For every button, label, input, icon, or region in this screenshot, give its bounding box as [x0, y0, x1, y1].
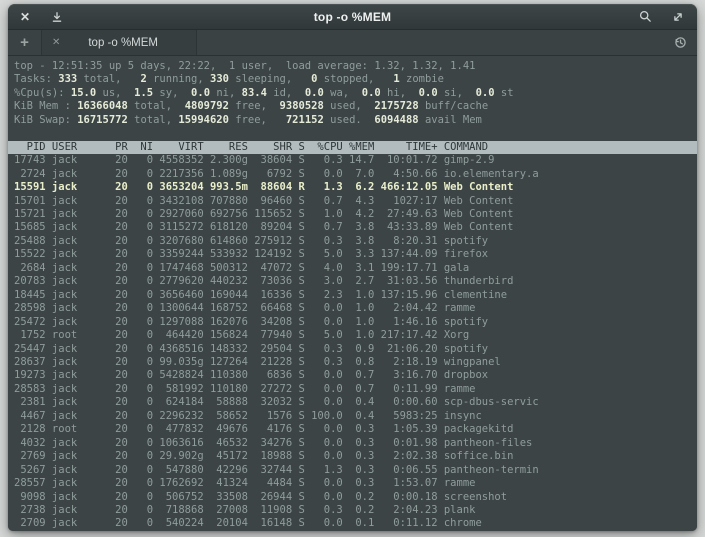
process-row: 15721 jack 20 0 2927060 692756 115652 S …: [14, 208, 697, 221]
tab-label: top -o %MEM: [60, 37, 186, 49]
process-row: 15701 jack 20 0 3432108 707880 96460 S 0…: [14, 195, 697, 208]
process-row: 9098 jack 20 0 506752 33508 26944 S 0.0 …: [14, 491, 697, 504]
tabbar: + ✕ top -o %MEM: [8, 30, 697, 56]
terminal-output[interactable]: top - 12:51:35 up 5 days, 22:22, 1 user,…: [8, 56, 697, 531]
summary-line: %Cpu(s): 15.0 us, 1.5 sy, 0.0 ni, 83.4 i…: [14, 87, 697, 100]
summary-line: KiB Swap: 16715772 total, 15994620 free,…: [14, 114, 697, 127]
table-header-row: PID USER PR NI VIRT RES SHR S %CPU %MEM …: [8, 141, 697, 154]
terminal-window: ✕ top -o %MEM +: [8, 4, 697, 531]
process-row: 28637 jack 20 0 99.035g 127264 21228 S 0…: [14, 356, 697, 369]
summary-line: Tasks: 333 total, 2 running, 330 sleepin…: [14, 73, 697, 86]
tabbar-spacer: [197, 30, 673, 55]
summary-line: KiB Mem : 16366048 total, 4809792 free, …: [14, 100, 697, 113]
process-row: 4032 jack 20 0 1063616 46532 34276 S 0.0…: [14, 437, 697, 450]
download-icon: [50, 10, 64, 24]
search-icon: [638, 9, 653, 24]
process-row: 1752 root 20 0 464420 156824 77940 S 5.0…: [14, 329, 697, 342]
process-row: 20783 jack 20 0 2779620 440232 73036 S 3…: [14, 275, 697, 288]
process-row: 28583 jack 20 0 581992 110180 27272 S 0.…: [14, 383, 697, 396]
process-row: 2128 root 20 0 477832 49676 4176 S 0.0 0…: [14, 423, 697, 436]
process-row: 25488 jack 20 0 3207680 614860 275912 S …: [14, 235, 697, 248]
process-row: 28598 jack 20 0 1300644 168752 66468 S 0…: [14, 302, 697, 315]
close-icon: ✕: [20, 11, 30, 23]
summary-line: top - 12:51:35 up 5 days, 22:22, 1 user,…: [14, 60, 697, 73]
process-row: 15591 jack 20 0 3653204 993.5m 88604 R 1…: [14, 181, 697, 194]
tab-close-button[interactable]: ✕: [52, 38, 60, 48]
search-button[interactable]: [638, 9, 653, 24]
close-button[interactable]: ✕: [20, 11, 30, 23]
titlebar-left-controls: ✕: [20, 10, 90, 24]
process-row: 2738 jack 20 0 718868 27008 11908 S 0.3 …: [14, 504, 697, 517]
process-row: 2684 jack 20 0 1747468 500312 47072 S 4.…: [14, 262, 697, 275]
window-title: top -o %MEM: [90, 10, 615, 24]
download-button[interactable]: [50, 10, 64, 24]
tab-top[interactable]: ✕ top -o %MEM: [42, 30, 197, 55]
process-row: 2769 jack 20 0 29.902g 45172 18988 S 0.0…: [14, 450, 697, 463]
process-row: 25447 jack 20 0 4368516 148332 29504 S 0…: [14, 343, 697, 356]
process-row: 17743 jack 20 0 4558352 2.300g 38604 S 0…: [14, 154, 697, 167]
process-row: 19273 jack 20 0 5428824 110380 6836 S 0.…: [14, 369, 697, 382]
process-row: 2381 jack 20 0 624184 58888 32032 S 0.0 …: [14, 396, 697, 409]
titlebar-right-controls: [615, 9, 685, 24]
plus-icon: +: [20, 34, 29, 51]
history-button[interactable]: [673, 30, 697, 55]
process-row: 5267 jack 20 0 547880 42296 32744 S 1.3 …: [14, 464, 697, 477]
process-row: 18445 jack 20 0 3656460 169044 16336 S 2…: [14, 289, 697, 302]
process-row: 4467 jack 20 0 2296232 58652 1576 S 100.…: [14, 410, 697, 423]
process-row: 2709 jack 20 0 540224 20104 16148 S 0.0 …: [14, 517, 697, 530]
process-row: 25472 jack 20 0 1297088 162076 34208 S 0…: [14, 316, 697, 329]
process-row: 15522 jack 20 0 3359244 533932 124192 S …: [14, 248, 697, 261]
tab-close-icon: ✕: [52, 37, 60, 48]
history-icon: [673, 35, 688, 50]
expand-button[interactable]: [671, 10, 685, 24]
new-tab-button[interactable]: +: [8, 30, 42, 55]
process-row: 2724 jack 20 0 2217356 1.089g 6792 S 0.0…: [14, 168, 697, 181]
process-row: 15685 jack 20 0 3115272 618120 89204 S 0…: [14, 221, 697, 234]
titlebar[interactable]: ✕ top -o %MEM: [8, 4, 697, 30]
blank-line: [14, 127, 697, 140]
process-row: 28557 jack 20 0 1762692 41324 4484 S 0.0…: [14, 477, 697, 490]
expand-icon: [671, 10, 685, 24]
